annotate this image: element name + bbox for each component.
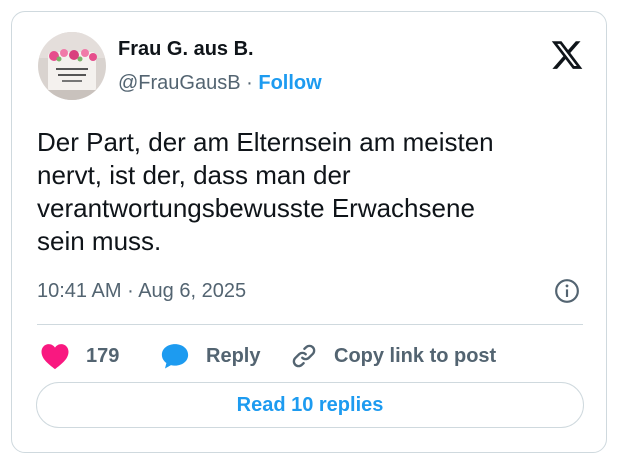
post-meta[interactable]: 10:41 AM · Aug 6, 2025 — [37, 280, 246, 303]
divider — [37, 324, 583, 325]
mug-photo-avatar — [38, 32, 106, 100]
copy-link-label: Copy link to post — [334, 344, 497, 367]
read-replies-button[interactable]: Read 10 replies — [36, 382, 584, 428]
speech-bubble-icon — [161, 344, 189, 369]
heart-icon — [41, 344, 69, 370]
author-name[interactable]: Frau G. aus B. — [118, 38, 254, 61]
post-card: Frau G. aus B. @FrauGausB · Follow Der P… — [11, 11, 607, 453]
handle-row: @FrauGausB · Follow — [118, 72, 322, 95]
info-icon[interactable] — [554, 278, 580, 304]
author-handle[interactable]: @FrauGausB — [118, 72, 241, 94]
post-text: Der Part, der am Elternsein am meisten n… — [37, 127, 494, 256]
x-logo-icon[interactable] — [550, 38, 584, 72]
post-time[interactable]: 10:41 AM — [37, 280, 122, 302]
copy-link-button[interactable]: Copy link to post — [290, 342, 496, 370]
reply-label: Reply — [206, 344, 261, 367]
action-bar: 179 Reply Copy link to post — [12, 334, 608, 378]
separator: · — [246, 72, 253, 94]
avatar[interactable] — [38, 32, 106, 100]
link-icon — [292, 344, 316, 368]
date-separator: · — [127, 280, 134, 302]
like-count: 179 — [86, 344, 120, 367]
follow-button[interactable]: Follow — [258, 72, 321, 94]
post-date[interactable]: Aug 6, 2025 — [138, 280, 246, 302]
reply-button[interactable]: Reply — [160, 342, 260, 370]
like-button[interactable]: 179 — [40, 342, 119, 370]
